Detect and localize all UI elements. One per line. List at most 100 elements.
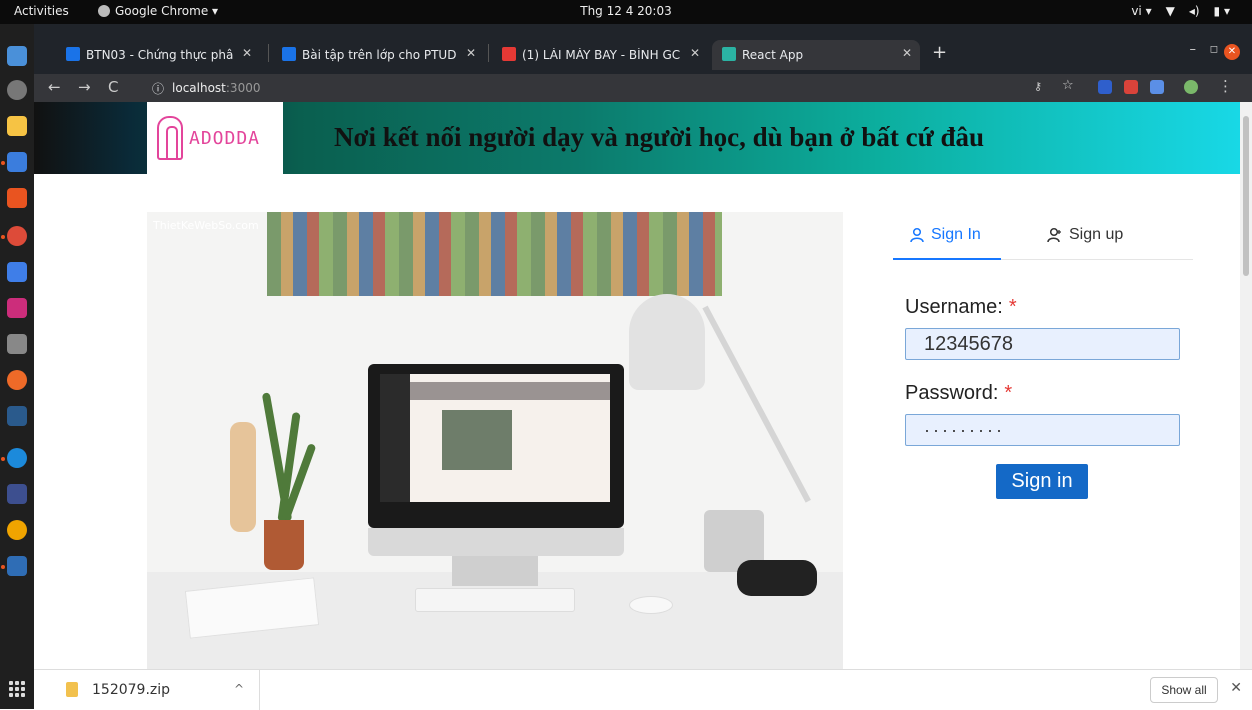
tab-sign-up-label: Sign up — [1069, 226, 1124, 243]
vpn-icon[interactable] — [7, 406, 27, 426]
tab-close-icon[interactable]: ✕ — [902, 46, 912, 60]
show-all-button[interactable]: Show all — [1150, 677, 1218, 703]
screen-band — [410, 382, 610, 400]
tab-bai-tap[interactable]: Bài tập trên lớp cho PTUD ✕ — [272, 40, 484, 70]
chevron-up-icon[interactable]: ^ — [234, 682, 244, 696]
paint-icon[interactable] — [7, 520, 27, 540]
postman-icon[interactable] — [7, 370, 27, 390]
text-editor-icon[interactable] — [7, 46, 27, 66]
close-icon[interactable]: ✕ — [1230, 680, 1242, 696]
tab-sign-up[interactable]: Sign up — [1047, 226, 1123, 244]
wall-painting — [267, 212, 722, 296]
minimize-icon[interactable]: – — [1190, 42, 1197, 57]
password-input[interactable]: ········· — [905, 414, 1180, 446]
show-apps-icon[interactable] — [9, 681, 25, 697]
active-tab-indicator — [893, 258, 1001, 260]
profile-avatar[interactable] — [1184, 80, 1198, 94]
tab-title: React App — [742, 48, 804, 62]
username-label-text: Username: — [905, 296, 1003, 318]
user-add-icon — [1047, 227, 1061, 243]
tab-title: Bài tập trên lớp cho PTUD — [302, 48, 457, 62]
download-shelf: 152079.zip ^ Show all ✕ — [34, 669, 1252, 710]
dock — [0, 24, 34, 709]
forward-icon[interactable]: → — [78, 78, 91, 96]
imac-screen — [368, 364, 624, 528]
window-close-icon[interactable]: ✕ — [1224, 44, 1240, 60]
menu-kebab-icon[interactable]: ⋮ — [1218, 77, 1233, 95]
tab-youtube[interactable]: (1) LÁI MÁY BAY - BÌNH GC ✕ — [492, 40, 708, 70]
password-label-text: Password: — [905, 382, 999, 404]
key-icon[interactable]: ⚷ — [1034, 80, 1048, 94]
screen-photo — [442, 410, 512, 470]
messenger-icon[interactable] — [7, 448, 27, 468]
notes-icon[interactable] — [7, 556, 27, 576]
running-indicator — [1, 161, 5, 165]
system-top-bar: Activities Google Chrome ▾ Thg 12 4 20:0… — [0, 0, 1252, 24]
devtools-icon[interactable] — [7, 484, 27, 504]
scrollbar-thumb[interactable] — [1243, 116, 1249, 276]
tab-separator — [488, 44, 489, 62]
search-app-icon[interactable] — [7, 334, 27, 354]
user-icon — [910, 227, 924, 243]
tab-react-app[interactable]: React App ✕ — [712, 40, 920, 70]
page-viewport: ADODDA Nơi kết nối người dạy và người họ… — [34, 102, 1252, 669]
username-label: Username: * — [905, 296, 1017, 319]
keyboard — [415, 588, 575, 612]
translate-icon[interactable] — [1150, 80, 1164, 94]
tab-close-icon[interactable]: ✕ — [242, 46, 252, 60]
running-indicator — [1, 235, 5, 239]
back-icon[interactable]: ← — [48, 78, 61, 96]
tab-btn03[interactable]: BTN03 - Chứng thực phâ ✕ — [56, 40, 260, 70]
classroom-icon — [66, 47, 80, 61]
auth-tabs: Sign In Sign up — [893, 212, 1193, 260]
reload-icon[interactable]: C — [108, 78, 118, 96]
screenshot-icon[interactable] — [7, 116, 27, 136]
password-label: Password: * — [905, 382, 1012, 405]
running-indicator — [1, 457, 5, 461]
new-tab-icon[interactable]: + — [932, 42, 947, 63]
site-header-banner: ADODDA Nơi kết nối người dạy và người họ… — [34, 102, 1240, 174]
info-icon[interactable]: ⓘ — [152, 80, 164, 97]
clock[interactable]: Thg 12 4 20:03 — [0, 4, 1252, 18]
logo-text: ADODDA — [189, 127, 261, 149]
url-host: localhost — [172, 81, 226, 95]
tab-separator — [268, 44, 269, 62]
download-filename: 152079.zip — [92, 682, 171, 698]
tab-close-icon[interactable]: ✕ — [690, 46, 700, 60]
url-port: :3000 — [225, 81, 261, 95]
software-center-icon[interactable] — [7, 188, 27, 208]
tab-close-icon[interactable]: ✕ — [466, 46, 476, 60]
zip-file-icon — [66, 682, 78, 697]
tab-title: BTN03 - Chứng thực phâ — [86, 48, 234, 62]
language-indicator[interactable]: vi ▾ — [1131, 4, 1151, 18]
tab-sign-in-label: Sign In — [931, 226, 981, 243]
volume-icon: ◂) — [1188, 4, 1200, 18]
download-item[interactable]: 152079.zip ^ — [34, 670, 260, 710]
extension-icon[interactable] — [1098, 80, 1112, 94]
hero-image: ThietKeWebSo.com — [147, 212, 843, 669]
page-scrollbar[interactable] — [1240, 102, 1252, 669]
sign-in-button[interactable]: Sign in — [996, 464, 1088, 499]
disk-icon[interactable] — [7, 80, 27, 100]
code-icon[interactable] — [7, 262, 27, 282]
screen-sidebar — [380, 374, 410, 502]
battery-icon: ▮ ▾ — [1213, 4, 1230, 18]
intellij-icon[interactable] — [7, 298, 27, 318]
system-tray[interactable]: vi ▾ ▼ ◂) ▮ ▾ — [1131, 4, 1230, 18]
image-watermark: ThietKeWebSo.com — [153, 219, 259, 232]
site-logo[interactable]: ADODDA — [147, 102, 283, 174]
youtube-icon — [502, 47, 516, 61]
imac-stand — [452, 556, 538, 586]
address-bar[interactable]: ⓘ localhost:3000 — [152, 76, 1042, 100]
docs-icon[interactable] — [7, 152, 27, 172]
extension-icon[interactable] — [1124, 80, 1138, 94]
desk-lamp — [629, 294, 705, 390]
imac-chin — [368, 528, 624, 556]
bookmark-star-icon[interactable]: ☆ — [1062, 78, 1076, 93]
maximize-icon[interactable]: ◻ — [1210, 44, 1218, 55]
wooden-hand — [230, 422, 256, 532]
chrome-icon[interactable] — [7, 226, 27, 246]
logo-mark-icon — [157, 116, 183, 160]
username-input[interactable]: 12345678 — [905, 328, 1180, 360]
tab-sign-in[interactable]: Sign In — [909, 226, 981, 244]
